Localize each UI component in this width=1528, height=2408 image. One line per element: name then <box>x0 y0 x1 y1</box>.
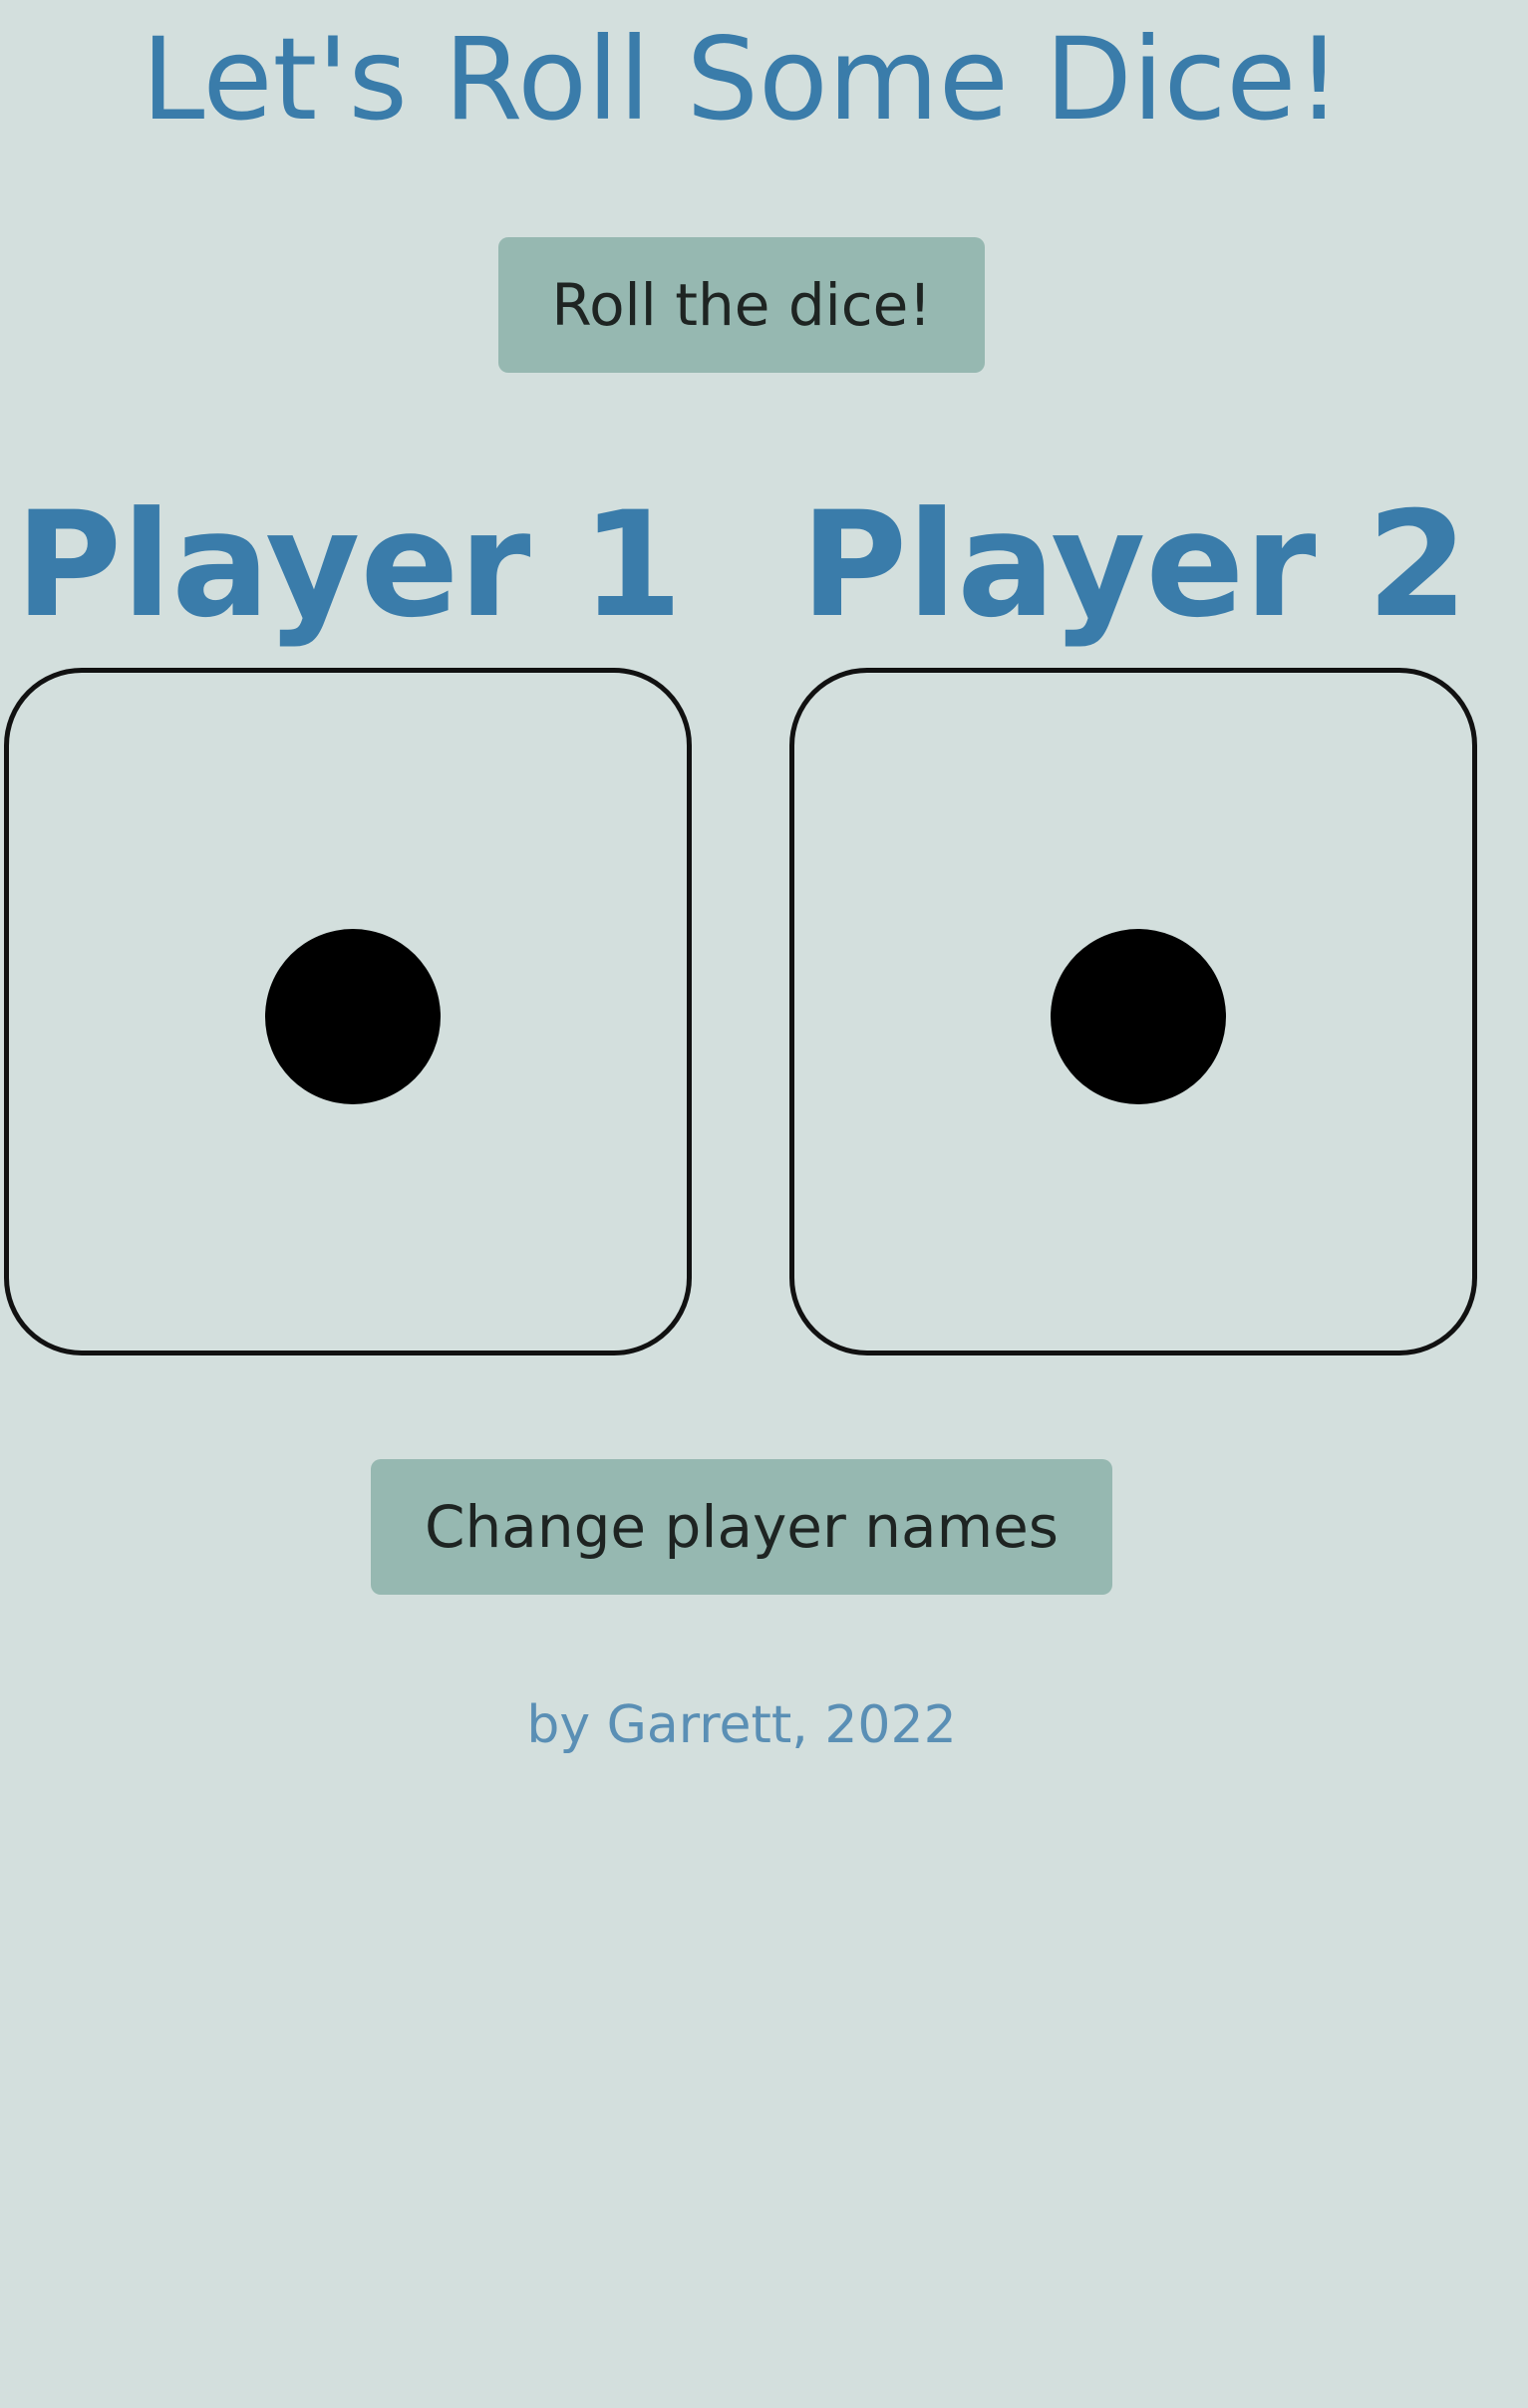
die-pip-icon <box>265 929 441 1104</box>
footer-credit: by Garrett, 2022 <box>526 1695 957 1755</box>
page-title: Let's Roll Some Dice! <box>141 13 1343 146</box>
die-pip-icon <box>1051 929 1226 1104</box>
player-1-name: Player 1 <box>15 480 683 650</box>
player-2-name: Player 2 <box>800 480 1468 650</box>
player-2-die <box>789 668 1477 1355</box>
change-player-names-button[interactable]: Change player names <box>371 1459 1112 1595</box>
player-1-die <box>4 668 692 1355</box>
roll-dice-button[interactable]: Roll the dice! <box>498 237 985 373</box>
